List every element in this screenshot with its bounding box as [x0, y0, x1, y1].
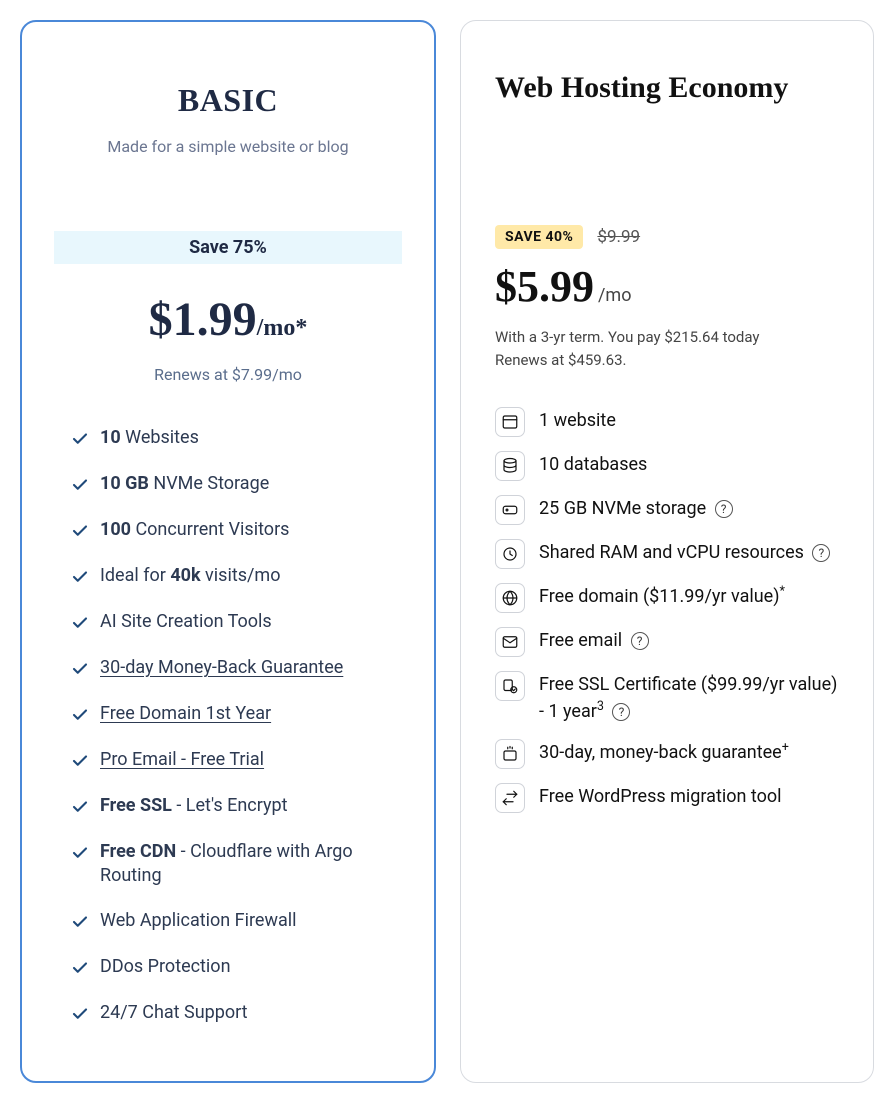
- feature-item: 100 Concurrent Visitors: [70, 518, 386, 544]
- plan-card-economy: Web Hosting Economy SAVE 40% $9.99 $5.99…: [460, 20, 874, 1083]
- feature-item: 24/7 Chat Support: [70, 1001, 386, 1027]
- feature-item: Free SSL Certificate ($99.99/yr value) -…: [495, 671, 839, 725]
- footnote-plus: +: [782, 740, 789, 755]
- feature-item: 25 GB NVMe storage ?: [495, 495, 839, 525]
- check-icon: [70, 472, 90, 498]
- feature-item: 10 Websites: [70, 426, 386, 452]
- database-icon: [495, 451, 525, 481]
- feature-link[interactable]: Pro Email - Free Trial: [100, 748, 264, 772]
- feature-link[interactable]: 30-day Money-Back Guarantee: [100, 656, 343, 680]
- guarantee-icon: [495, 739, 525, 769]
- check-icon: [70, 794, 90, 820]
- help-icon[interactable]: ?: [812, 544, 830, 562]
- check-icon: [70, 840, 90, 866]
- email-icon: [495, 627, 525, 657]
- check-icon: [70, 702, 90, 728]
- save-row: SAVE 40% $9.99: [495, 225, 839, 249]
- renews-text: Renews at $7.99/mo: [56, 365, 400, 384]
- ssl-icon: [495, 671, 525, 701]
- feature-item: Shared RAM and vCPU resources ?: [495, 539, 839, 569]
- feature-item: 10 GB NVMe Storage: [70, 472, 386, 498]
- price-suffix: /mo: [598, 285, 631, 306]
- footnote-asterisk: *: [779, 584, 784, 599]
- save-pill: SAVE 40%: [495, 225, 583, 249]
- plan-subtitle: Made for a simple website or blog: [56, 137, 400, 156]
- check-icon: [70, 426, 90, 452]
- feature-item: Free SSL - Let's Encrypt: [70, 794, 386, 820]
- plan-card-basic: BASIC Made for a simple website or blog …: [20, 20, 436, 1083]
- feature-item: Free email ?: [495, 627, 839, 657]
- check-icon: [70, 1001, 90, 1027]
- check-icon: [70, 955, 90, 981]
- help-icon[interactable]: ?: [715, 500, 733, 518]
- check-icon: [70, 518, 90, 544]
- feature-item: Free WordPress migration tool: [495, 783, 839, 813]
- feature-item: DDos Protection: [70, 955, 386, 981]
- fineprint: With a 3-yr term. You pay $215.64 today …: [495, 326, 839, 371]
- feature-link[interactable]: Free Domain 1st Year: [100, 702, 271, 726]
- feature-item: 10 databases: [495, 451, 839, 481]
- website-icon: [495, 407, 525, 437]
- original-price: $9.99: [597, 227, 640, 247]
- feature-list: 1 website 10 databases 25 GB NVMe storag…: [495, 407, 839, 813]
- plan-title: BASIC: [56, 82, 400, 119]
- feature-item: Free CDN - Cloudflare with Argo Routing: [70, 840, 386, 889]
- feature-item: Ideal for 40k visits/mo: [70, 564, 386, 590]
- check-icon: [70, 610, 90, 636]
- feature-item: Free domain ($11.99/yr value)*: [495, 583, 839, 613]
- check-icon: [70, 748, 90, 774]
- feature-item: 1 website: [495, 407, 839, 437]
- feature-item: AI Site Creation Tools: [70, 610, 386, 636]
- feature-item: Web Application Firewall: [70, 909, 386, 935]
- check-icon: [70, 656, 90, 682]
- help-icon[interactable]: ?: [631, 632, 649, 650]
- feature-item: Pro Email - Free Trial: [70, 748, 386, 774]
- globe-icon: [495, 583, 525, 613]
- price-block: $1.99/mo* Renews at $7.99/mo: [56, 292, 400, 384]
- cpu-icon: [495, 539, 525, 569]
- feature-item: 30-day, money-back guarantee+: [495, 739, 839, 769]
- feature-list: 10 Websites 10 GB NVMe Storage 100 Concu…: [56, 426, 400, 1027]
- price-block: $5.99/mo: [495, 261, 839, 312]
- check-icon: [70, 564, 90, 590]
- migration-icon: [495, 783, 525, 813]
- check-icon: [70, 909, 90, 935]
- price-suffix: /mo*: [257, 315, 308, 341]
- price-amount: $5.99: [495, 262, 594, 311]
- feature-item: Free Domain 1st Year: [70, 702, 386, 728]
- feature-item: 30-day Money-Back Guarantee: [70, 656, 386, 682]
- price-amount: $1.99: [149, 293, 257, 346]
- storage-icon: [495, 495, 525, 525]
- help-icon[interactable]: ?: [612, 703, 630, 721]
- plan-title: Web Hosting Economy: [495, 71, 839, 105]
- save-banner: Save 75%: [54, 231, 402, 264]
- footnote-3: 3: [597, 699, 604, 714]
